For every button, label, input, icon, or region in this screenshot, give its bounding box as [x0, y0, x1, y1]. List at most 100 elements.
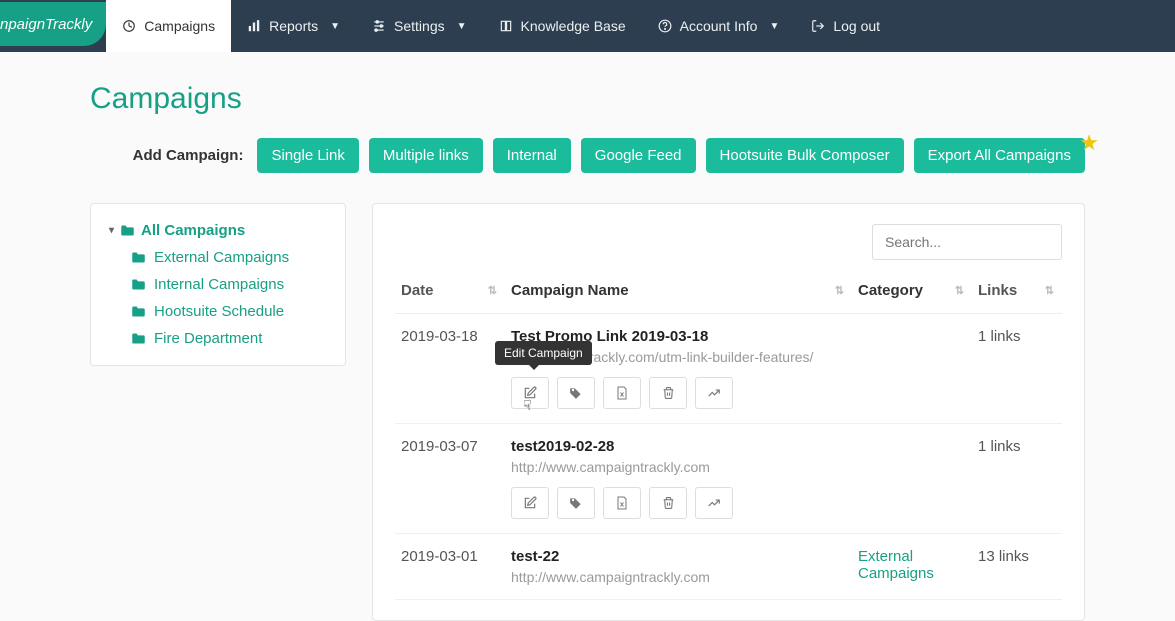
- folder-icon: [131, 305, 146, 318]
- sort-icon: ⇅: [835, 284, 844, 297]
- chevron-down-icon: ▼: [769, 21, 779, 32]
- edit-tooltip: Edit Campaign: [495, 341, 592, 365]
- col-category-header[interactable]: Category ⇅: [852, 274, 972, 314]
- campaign-tree-sidebar: ▾ All Campaigns External Campaigns Inter…: [90, 203, 346, 366]
- single-link-button[interactable]: Single Link: [257, 138, 358, 173]
- tags-button[interactable]: [557, 487, 595, 519]
- tree-item-fire-department[interactable]: Fire Department: [131, 330, 327, 347]
- tree-item-label: Hootsuite Schedule: [154, 303, 284, 320]
- nav-label: Account Info: [680, 18, 758, 34]
- trash-icon: [662, 496, 675, 510]
- col-links-header[interactable]: Links ⇅: [972, 274, 1062, 314]
- campaign-name[interactable]: test2019-02-28: [511, 438, 846, 455]
- delete-button[interactable]: [649, 487, 687, 519]
- brand-text: npaignTrackly: [0, 16, 92, 33]
- nav-label: Settings: [394, 18, 445, 34]
- folder-icon: [131, 332, 146, 345]
- line-chart-icon: [707, 496, 721, 510]
- table-row: 2019-03-07 test2019-02-28 http://www.cam…: [395, 424, 1062, 534]
- row-actions: Edit Campaign ☟: [511, 377, 846, 409]
- cell-category: External Campaigns: [852, 534, 972, 600]
- nav-label: Knowledge Base: [521, 18, 626, 34]
- sort-icon: ⇅: [955, 284, 964, 297]
- cell-category: [852, 424, 972, 534]
- caret-down-icon: ▾: [109, 225, 114, 236]
- cell-category: [852, 314, 972, 424]
- stats-button[interactable]: [695, 487, 733, 519]
- campaign-name[interactable]: test-22: [511, 548, 846, 565]
- page-title: Campaigns: [90, 82, 1085, 116]
- export-button[interactable]: [603, 377, 641, 409]
- edit-icon: [523, 386, 537, 400]
- nav-label: Reports: [269, 18, 318, 34]
- cell-campaign: test-22 http://www.campaigntrackly.com: [505, 534, 852, 600]
- tree-item-external-campaigns[interactable]: External Campaigns: [131, 249, 327, 266]
- folder-icon: [131, 251, 146, 264]
- trash-icon: [662, 386, 675, 400]
- cell-campaign: test2019-02-28 http://www.campaigntrackl…: [505, 424, 852, 534]
- sort-icon: ⇅: [488, 284, 497, 297]
- col-name-header[interactable]: Campaign Name ⇅: [505, 274, 852, 314]
- tree-root-all-campaigns[interactable]: ▾ All Campaigns: [109, 222, 327, 239]
- logout-icon: [811, 19, 825, 33]
- campaigns-panel: Date ⇅ Campaign Name ⇅ Category ⇅ Link: [372, 203, 1085, 621]
- folder-icon: [120, 224, 135, 237]
- question-circle-icon: [658, 19, 672, 33]
- nav-reports[interactable]: Reports ▼: [231, 0, 356, 52]
- tree-item-hootsuite-schedule[interactable]: Hootsuite Schedule: [131, 303, 327, 320]
- cell-links: 13 links: [972, 534, 1062, 600]
- row-actions: [511, 487, 846, 519]
- tree-item-label: External Campaigns: [154, 249, 289, 266]
- export-all-button[interactable]: Export All Campaigns: [914, 138, 1085, 173]
- brand-logo[interactable]: npaignTrackly: [0, 2, 106, 46]
- toolbar-label: Add Campaign:: [133, 147, 244, 164]
- dashboard-icon: [122, 19, 136, 33]
- nav-account-info[interactable]: Account Info ▼: [642, 0, 796, 52]
- category-link[interactable]: External Campaigns: [858, 548, 934, 582]
- hootsuite-bulk-button[interactable]: Hootsuite Bulk Composer: [706, 138, 904, 173]
- campaign-url: http://www.campaigntrackly.com: [511, 569, 846, 585]
- file-excel-icon: [616, 496, 628, 510]
- tree-root-label: All Campaigns: [141, 222, 245, 239]
- nav-logout[interactable]: Log out: [795, 0, 896, 52]
- internal-button[interactable]: Internal: [493, 138, 571, 173]
- tree-item-label: Internal Campaigns: [154, 276, 284, 293]
- add-campaign-toolbar: Add Campaign: Single Link Multiple links…: [90, 138, 1085, 173]
- cell-links: 1 links: [972, 424, 1062, 534]
- sliders-icon: [372, 19, 386, 33]
- nav-label: Log out: [833, 18, 880, 34]
- table-row: 2019-03-18 Test Promo Link 2019-03-18 w.…: [395, 314, 1062, 424]
- col-date-header[interactable]: Date ⇅: [395, 274, 505, 314]
- nav-settings[interactable]: Settings ▼: [356, 0, 483, 52]
- nav-campaigns[interactable]: Campaigns: [106, 0, 231, 52]
- star-icon: ★: [1079, 130, 1099, 156]
- campaign-url: http://www.campaigntrackly.com: [511, 459, 846, 475]
- tags-icon: [569, 386, 583, 400]
- sort-icon: ⇅: [1045, 284, 1054, 297]
- cell-date: 2019-03-18: [395, 314, 505, 424]
- export-button[interactable]: [603, 487, 641, 519]
- search-input[interactable]: [872, 224, 1062, 260]
- stats-button[interactable]: [695, 377, 733, 409]
- delete-button[interactable]: [649, 377, 687, 409]
- cell-date: 2019-03-07: [395, 424, 505, 534]
- edit-button[interactable]: [511, 487, 549, 519]
- bar-chart-icon: [247, 19, 261, 33]
- google-feed-button[interactable]: Google Feed: [581, 138, 696, 173]
- multiple-links-button[interactable]: Multiple links: [369, 138, 483, 173]
- chevron-down-icon: ▼: [330, 21, 340, 32]
- edit-button[interactable]: [511, 377, 549, 409]
- edit-icon: [523, 496, 537, 510]
- tree-item-label: Fire Department: [154, 330, 262, 347]
- book-icon: [499, 19, 513, 33]
- campaigns-table: Date ⇅ Campaign Name ⇅ Category ⇅ Link: [395, 274, 1062, 600]
- cell-links: 1 links: [972, 314, 1062, 424]
- file-excel-icon: [616, 386, 628, 400]
- chevron-down-icon: ▼: [457, 21, 467, 32]
- nav-label: Campaigns: [144, 18, 215, 34]
- tree-item-internal-campaigns[interactable]: Internal Campaigns: [131, 276, 327, 293]
- cell-date: 2019-03-01: [395, 534, 505, 600]
- folder-icon: [131, 278, 146, 291]
- tags-button[interactable]: [557, 377, 595, 409]
- nav-knowledge-base[interactable]: Knowledge Base: [483, 0, 642, 52]
